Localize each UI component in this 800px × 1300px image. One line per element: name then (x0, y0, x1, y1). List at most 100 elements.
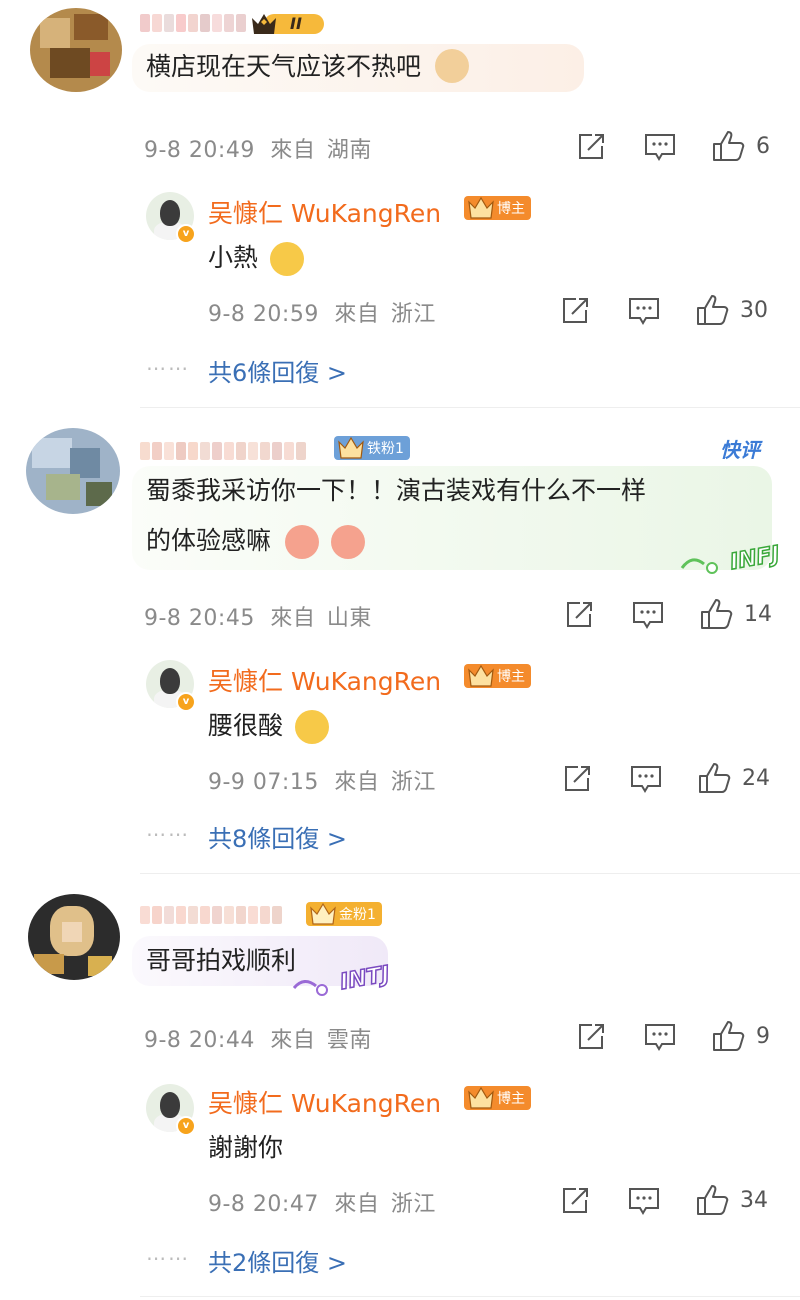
level-text: II (290, 14, 302, 33)
reply-from: 來自 (334, 302, 380, 327)
blogger-badge: 博主 (464, 664, 531, 688)
comment-location: 山東 (326, 606, 372, 631)
more-dots: ⋯⋯ (146, 822, 190, 846)
comment-icon[interactable] (632, 600, 664, 630)
crown-icon (468, 196, 494, 219)
view-more-replies-link[interactable]: 共2條回復 > (208, 1243, 347, 1278)
comment-icon[interactable] (644, 132, 676, 162)
like-icon[interactable] (700, 598, 734, 630)
like-icon[interactable] (696, 294, 730, 326)
verified-icon: v (176, 1116, 196, 1136)
reply-meta: 9-8 20:59 來自 浙江 (208, 296, 436, 328)
comment-meta: 9-8 20:49 來自 湖南 (144, 132, 372, 164)
comment-divider (140, 873, 800, 874)
comment-text-line1: 蜀黍我采访你一下！！演古装戏有什么不一样 (146, 476, 647, 505)
view-more-replies-link[interactable]: 共8條回復 > (208, 819, 347, 854)
comment-location: 雲南 (326, 1028, 372, 1053)
comment-date: 9-8 20:44 (144, 1028, 255, 1053)
comment-from: 來自 (270, 1028, 316, 1053)
comment-text-line2-content: 的体验感嘛 (146, 526, 272, 555)
comment-divider (140, 1296, 800, 1297)
gold-fan-badge: 金粉1 (306, 902, 382, 926)
like-icon[interactable] (712, 130, 746, 162)
commenter-name-blurred[interactable] (140, 440, 306, 462)
mbti-sticker: INFJ (676, 538, 786, 584)
iron-fan-badge: 铁粉1 (334, 436, 410, 460)
reply-author-name[interactable]: 吴慷仁 WuKangRen (208, 662, 441, 698)
share-icon[interactable] (560, 1186, 590, 1216)
reply-date: 9-8 20:59 (208, 302, 319, 327)
comment-date: 9-8 20:49 (144, 138, 255, 163)
comment-icon[interactable] (628, 296, 660, 326)
laugh-cry-emoji-icon (294, 710, 329, 744)
commenter-name-blurred[interactable] (140, 904, 282, 926)
verified-icon: v (176, 224, 196, 244)
reply-date: 9-9 07:15 (208, 770, 319, 795)
more-dots: ⋯⋯ (146, 356, 190, 380)
comment-text-line2: 的体验感嘛 (146, 516, 758, 566)
comment-text: 哥哥拍戏顺利 (146, 946, 297, 975)
comment-date: 9-8 20:45 (144, 606, 255, 631)
like-icon[interactable] (698, 762, 732, 794)
reply-author-name[interactable]: 吴慷仁 WuKangRen (208, 1084, 441, 1120)
view-more-replies-link[interactable]: 共6條回復 > (208, 353, 347, 388)
share-icon[interactable] (562, 764, 592, 794)
reply-text-content: 腰很酸 (208, 711, 284, 740)
blogger-badge: 博主 (464, 196, 531, 220)
commenter-avatar[interactable] (26, 428, 120, 514)
like-count: 24 (742, 766, 770, 791)
verified-icon: v (176, 692, 196, 712)
quick-review-tag: 快评 (720, 438, 760, 462)
comment-icon[interactable] (644, 1022, 676, 1052)
share-icon[interactable] (576, 132, 606, 162)
reply-meta: 9-8 20:47 來自 浙江 (208, 1186, 436, 1218)
reply-text-content: 小熱 (208, 243, 259, 272)
like-count: 9 (756, 1024, 770, 1049)
commenter-avatar[interactable] (30, 8, 122, 92)
blogger-badge: 博主 (464, 1086, 531, 1110)
reply-text: 腰很酸 (208, 706, 329, 744)
crown-icon (468, 1086, 494, 1109)
mbti-sticker: INTJ (290, 958, 400, 1004)
badge-label: 博主 (497, 201, 525, 217)
more-dots: ⋯⋯ (146, 1246, 190, 1270)
badge-label: 博主 (497, 1091, 525, 1107)
clap-emoji-icon (284, 525, 319, 559)
commenter-avatar[interactable] (28, 894, 120, 980)
like-count: 34 (740, 1188, 768, 1213)
like-count: 14 (744, 602, 772, 627)
share-icon[interactable] (576, 1022, 606, 1052)
reply-location: 浙江 (390, 302, 436, 327)
reply-text: 謝謝你 (208, 1128, 283, 1164)
comment-text: 横店现在天气应该不热吧 (146, 52, 422, 81)
reply-location: 浙江 (390, 1192, 436, 1217)
reply-text: 小熱 (208, 238, 304, 276)
comment-bubble[interactable]: 横店现在天气应该不热吧 (132, 44, 584, 92)
share-icon[interactable] (564, 600, 594, 630)
badge-label: 铁粉1 (367, 441, 404, 457)
crown-icon (338, 436, 364, 459)
like-icon[interactable] (696, 1184, 730, 1216)
reply-location: 浙江 (390, 770, 436, 795)
comment-from: 來自 (270, 138, 316, 163)
comment-icon[interactable] (628, 1186, 660, 1216)
like-icon[interactable] (712, 1020, 746, 1052)
comment-icon[interactable] (630, 764, 662, 794)
comment-location: 湖南 (326, 138, 372, 163)
clap-emoji-icon (330, 525, 365, 559)
reply-text-content: 謝謝你 (208, 1133, 284, 1162)
commenter-name-blurred[interactable] (140, 12, 246, 34)
vip-level-badge: II (250, 10, 326, 38)
comment-divider (140, 407, 800, 408)
crown-icon (310, 902, 336, 925)
laugh-cry-emoji-icon (269, 242, 304, 276)
crown-icon (468, 664, 494, 687)
reply-author-name[interactable]: 吴慷仁 WuKangRen (208, 194, 441, 230)
dog-emoji-icon (434, 49, 469, 83)
comment-from: 來自 (270, 606, 316, 631)
share-icon[interactable] (560, 296, 590, 326)
comment-meta: 9-8 20:45 來自 山東 (144, 600, 372, 632)
reply-date: 9-8 20:47 (208, 1192, 319, 1217)
reply-meta: 9-9 07:15 來自 浙江 (208, 764, 436, 796)
reply-from: 來自 (334, 1192, 380, 1217)
